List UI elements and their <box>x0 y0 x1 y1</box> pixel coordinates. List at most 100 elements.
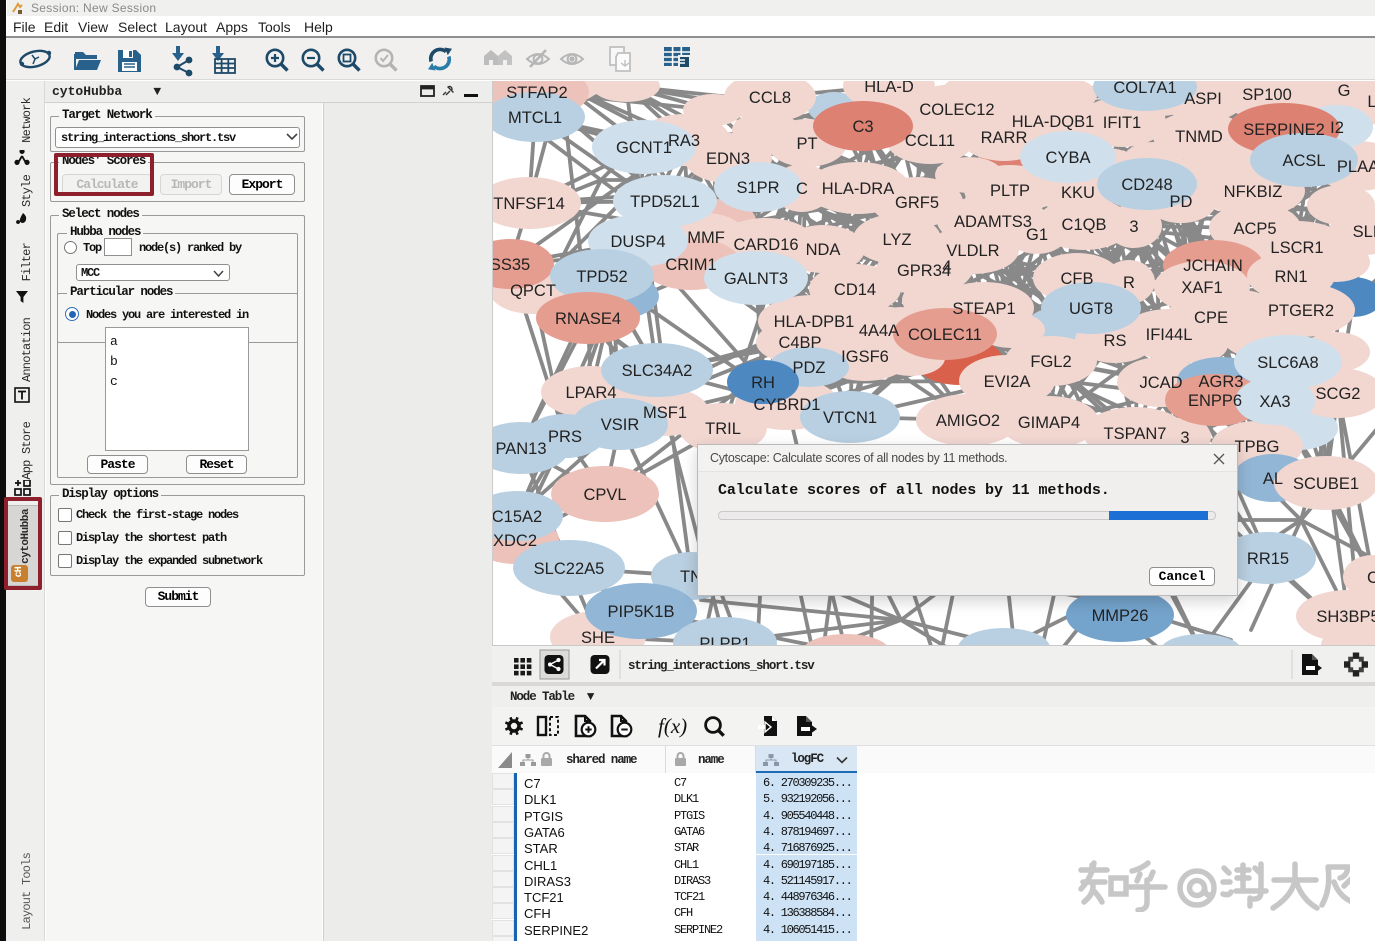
svg-text:HLA-DRA: HLA-DRA <box>822 180 894 198</box>
svg-text:LSCR1: LSCR1 <box>1270 239 1323 257</box>
svg-text:4A4A: 4A4A <box>859 322 899 340</box>
svg-text:CD248: CD248 <box>1121 176 1172 194</box>
svg-text:JCAD: JCAD <box>1139 374 1182 392</box>
svg-text:SLC6A8: SLC6A8 <box>1257 354 1318 372</box>
svg-text:CCL8: CCL8 <box>749 89 791 107</box>
svg-text:f(x): f(x) <box>658 714 687 738</box>
svg-text:R: R <box>1123 274 1135 292</box>
svg-text:4: 4 <box>942 258 951 276</box>
svg-text:TPD52: TPD52 <box>576 268 627 286</box>
svg-text:COLEC11: COLEC11 <box>908 326 982 344</box>
svg-text:VLDLR: VLDLR <box>946 242 999 260</box>
svg-text:CPVL: CPVL <box>583 486 626 504</box>
svg-text:PTGER2: PTGER2 <box>1268 302 1334 320</box>
svg-text:SLC34A2: SLC34A2 <box>622 362 693 380</box>
svg-text:UGT8: UGT8 <box>1069 300 1113 318</box>
svg-text:TRIL: TRIL <box>705 420 741 438</box>
svg-text:VSIR: VSIR <box>601 416 640 434</box>
svg-text:C1QB: C1QB <box>1062 216 1107 234</box>
svg-text:RNASE4: RNASE4 <box>555 310 621 328</box>
svg-text:PD: PD <box>1170 193 1193 211</box>
svg-text:LYZ: LYZ <box>882 231 911 249</box>
svg-text:EDN3: EDN3 <box>706 150 750 168</box>
svg-text:3: 3 <box>1129 218 1138 236</box>
svg-text:CARD16: CARD16 <box>733 236 798 254</box>
svg-text:GCNT1: GCNT1 <box>616 139 672 157</box>
svg-text:MTCL1: MTCL1 <box>508 109 562 127</box>
svg-text:PAN13: PAN13 <box>495 440 546 458</box>
svg-text:SCUBE1: SCUBE1 <box>1293 475 1359 493</box>
svg-text:RA3: RA3 <box>668 132 700 150</box>
svg-text:PDZ: PDZ <box>793 359 826 377</box>
svg-text:CCL11: CCL11 <box>905 132 955 150</box>
svg-text:IFIT1: IFIT1 <box>1103 114 1142 132</box>
svg-text:CYBRD1: CYBRD1 <box>754 396 821 414</box>
svg-text:PLTP: PLTP <box>990 182 1030 200</box>
svg-text:RH: RH <box>751 374 775 392</box>
svg-text:COLEC12: COLEC12 <box>919 101 994 119</box>
svg-text:RN1: RN1 <box>1274 268 1307 286</box>
svg-text:CRIM1: CRIM1 <box>665 256 716 274</box>
svg-text:RARR: RARR <box>981 129 1028 147</box>
svg-text:S1PR: S1PR <box>736 179 779 197</box>
svg-text:C4BP: C4BP <box>778 334 821 352</box>
svg-text:SERPINE2: SERPINE2 <box>1243 121 1325 139</box>
svg-text:TPBG: TPBG <box>1235 438 1280 456</box>
svg-text:ACP5: ACP5 <box>1233 220 1276 238</box>
svg-text:EVI2A: EVI2A <box>984 373 1031 391</box>
svg-text:VTCN1: VTCN1 <box>823 409 877 427</box>
svg-text:FGL2: FGL2 <box>1030 353 1071 371</box>
svg-text:GIMAP4: GIMAP4 <box>1018 414 1080 432</box>
svg-text:HLA-D: HLA-D <box>864 81 914 96</box>
svg-text:PLPP1: PLPP1 <box>699 635 750 645</box>
svg-text:RS: RS <box>1104 332 1127 350</box>
svg-text:SLI: SLI <box>1353 223 1375 241</box>
svg-text:STEAP1: STEAP1 <box>952 300 1015 318</box>
svg-text:AGR3: AGR3 <box>1199 373 1244 391</box>
svg-text:PRS: PRS <box>548 428 582 446</box>
svg-text:G1: G1 <box>1026 226 1048 244</box>
svg-text:NDA: NDA <box>806 241 841 259</box>
svg-text:IGSF6: IGSF6 <box>841 348 889 366</box>
svg-text:HLA-DPB1: HLA-DPB1 <box>774 313 855 331</box>
svg-text:MMF: MMF <box>687 229 725 247</box>
svg-text:TPD52L1: TPD52L1 <box>630 193 700 211</box>
svg-text:SS35: SS35 <box>493 256 530 274</box>
svg-text:LPAR4: LPAR4 <box>565 384 616 402</box>
svg-text:STFAP2: STFAP2 <box>506 84 567 102</box>
svg-text:IFI44L: IFI44L <box>1146 326 1193 344</box>
svg-text:PIP5K1B: PIP5K1B <box>608 603 675 621</box>
svg-text:DUSP4: DUSP4 <box>610 233 665 251</box>
svg-text:CD14: CD14 <box>834 281 876 299</box>
svg-text:RR15: RR15 <box>1247 550 1289 568</box>
svg-text:string_interactions_short.tsv: string_interactions_short.tsv <box>628 659 815 673</box>
svg-text:NFKBIZ: NFKBIZ <box>1224 183 1283 201</box>
svg-text:G: G <box>1338 82 1351 100</box>
svg-text:MMP26: MMP26 <box>1092 607 1149 625</box>
svg-text:ENPP6: ENPP6 <box>1188 392 1242 410</box>
svg-text:TSPAN7: TSPAN7 <box>1104 425 1167 443</box>
svg-text:CYBA: CYBA <box>1046 149 1091 167</box>
svg-text:ACSL: ACSL <box>1282 152 1325 170</box>
svg-text:PT: PT <box>796 135 817 153</box>
svg-text:ASPI: ASPI <box>1184 90 1222 108</box>
svg-text:SLC22A5: SLC22A5 <box>534 560 605 578</box>
svg-text:CPE: CPE <box>1194 309 1228 327</box>
svg-text:GRF5: GRF5 <box>895 194 939 212</box>
svg-text:KKU: KKU <box>1061 184 1095 202</box>
svg-text:ADAMTS3: ADAMTS3 <box>954 213 1032 231</box>
svg-text:COL7A1: COL7A1 <box>1113 81 1176 97</box>
svg-text:HLA-DQB1: HLA-DQB1 <box>1012 113 1095 131</box>
svg-text:GALNT3: GALNT3 <box>724 270 788 288</box>
svg-text:XDC2: XDC2 <box>493 532 537 550</box>
svg-text:XA3: XA3 <box>1259 393 1290 411</box>
svg-text:TNFSF14: TNFSF14 <box>493 195 565 213</box>
svg-text:XAF1: XAF1 <box>1181 279 1222 297</box>
svg-text:SHE: SHE <box>581 629 615 645</box>
svg-text:I2: I2 <box>1330 119 1344 137</box>
svg-text:SP100: SP100 <box>1242 86 1292 104</box>
svg-text:L: L <box>1367 93 1375 111</box>
svg-text:QPCT: QPCT <box>510 282 556 300</box>
svg-text:SCG2: SCG2 <box>1316 385 1361 403</box>
svg-text:TNMD: TNMD <box>1175 128 1223 146</box>
